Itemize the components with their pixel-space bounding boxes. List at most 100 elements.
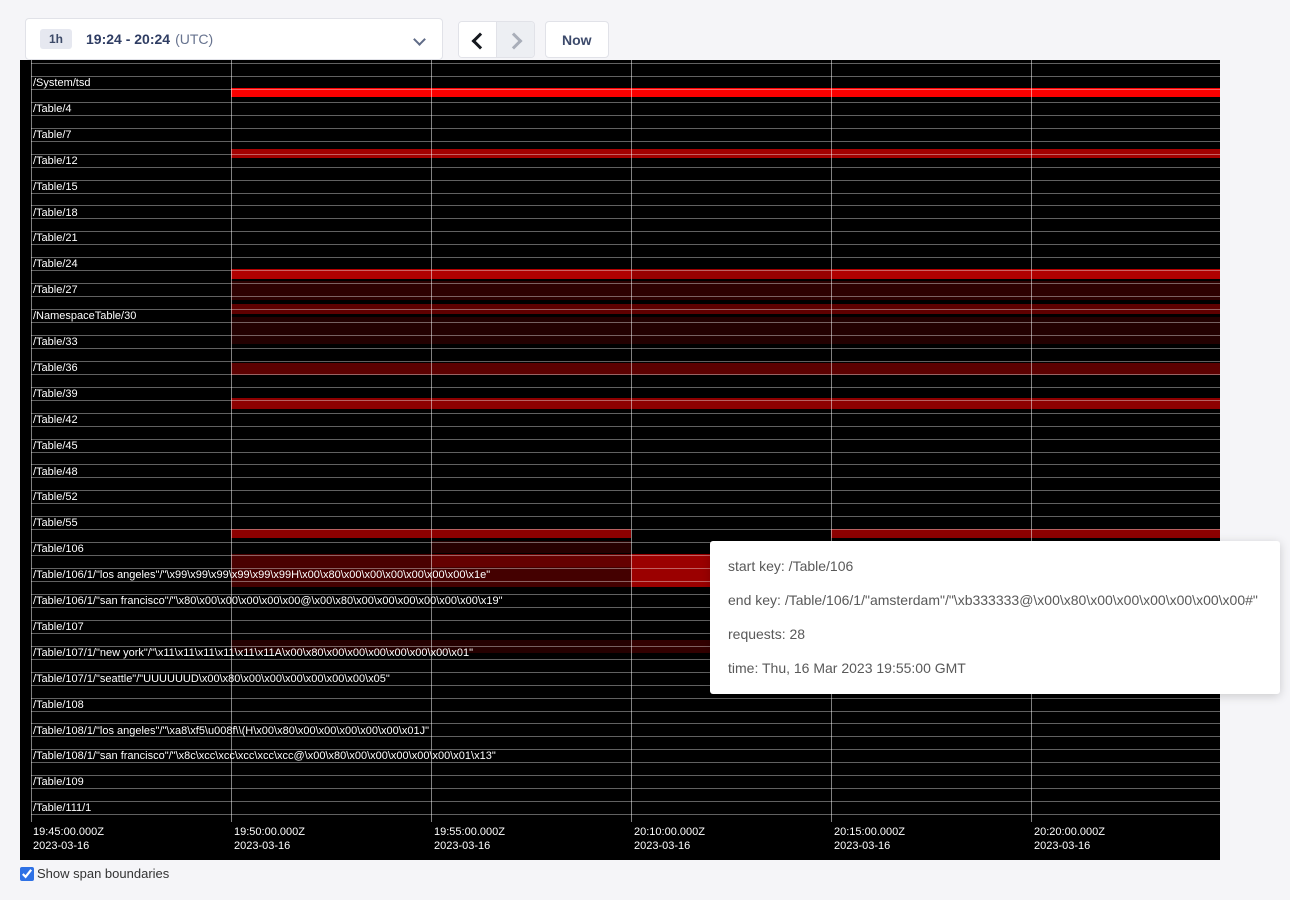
span-boundary-line xyxy=(31,102,1220,103)
span-boundary-line xyxy=(31,452,1220,453)
span-boundary-line xyxy=(31,63,1220,64)
span-boundary-line xyxy=(31,698,1220,699)
time-divider-line xyxy=(1031,60,1032,822)
axis-tick-label: 20:20:00.000Z2023-03-16 xyxy=(1034,825,1105,853)
axis-tick-label: 20:10:00.000Z2023-03-16 xyxy=(634,825,705,853)
row-key-label: /Table/108/1/"los angeles"/"\xa8\xf5\u00… xyxy=(33,725,429,737)
span-boundary-line xyxy=(31,89,1220,90)
span-boundary-line xyxy=(31,218,1220,219)
duration-badge: 1h xyxy=(40,29,72,49)
chevron-down-icon xyxy=(413,33,426,46)
time-divider-line xyxy=(831,60,832,822)
heat-band-segment xyxy=(831,529,1220,538)
span-boundary-line xyxy=(31,400,1220,401)
row-key-label: /Table/45 xyxy=(33,440,78,452)
span-boundary-line xyxy=(31,413,1220,414)
span-boundary-line xyxy=(31,244,1220,245)
row-key-label: /Table/52 xyxy=(33,491,78,503)
show-span-boundaries-row: Show span boundaries xyxy=(20,866,169,881)
span-boundary-line xyxy=(31,141,1220,142)
row-key-label: /Table/7 xyxy=(33,129,72,141)
row-key-label: /System/tsd xyxy=(33,77,90,89)
span-boundary-line xyxy=(31,309,1220,310)
row-key-label: /Table/21 xyxy=(33,232,78,244)
row-key-label: /Table/24 xyxy=(33,258,78,270)
row-key-label: /Table/18 xyxy=(33,207,78,219)
row-key-label: /Table/108/1/"san francisco"/"\x8c\xcc\x… xyxy=(33,750,496,762)
time-divider-line xyxy=(431,60,432,822)
span-boundary-line xyxy=(31,283,1220,284)
span-boundary-line xyxy=(31,711,1220,712)
span-boundary-line xyxy=(31,775,1220,776)
row-key-label: /Table/48 xyxy=(33,466,78,478)
span-boundary-line xyxy=(31,503,1220,504)
tooltip-end-key: end key: /Table/106/1/"amsterdam"/"\xb33… xyxy=(728,583,1280,617)
span-boundary-line xyxy=(31,529,1220,530)
row-key-label: /Table/15 xyxy=(33,181,78,193)
span-boundary-line xyxy=(31,270,1220,271)
span-boundary-line xyxy=(31,296,1220,297)
span-boundary-line xyxy=(31,788,1220,789)
axis-tick-label: 20:15:00.000Z2023-03-16 xyxy=(834,825,905,853)
span-boundary-line xyxy=(31,180,1220,181)
now-button[interactable]: Now xyxy=(545,21,609,58)
prev-time-button[interactable] xyxy=(459,22,496,57)
span-boundary-line xyxy=(31,762,1220,763)
chevron-right-icon xyxy=(506,33,523,50)
time-range-dropdown[interactable]: 1h 19:24 - 20:24 (UTC) xyxy=(25,18,443,60)
span-boundary-line xyxy=(31,387,1220,388)
span-boundary-line xyxy=(31,335,1220,336)
row-key-label: /Table/111/1 xyxy=(33,802,91,814)
time-divider-line xyxy=(631,60,632,822)
timezone-text: (UTC) xyxy=(175,31,213,47)
toolbar: 1h 19:24 - 20:24 (UTC) Now xyxy=(0,0,1290,60)
tooltip-start-key: start key: /Table/106 xyxy=(728,549,1280,583)
span-tooltip: start key: /Table/106 end key: /Table/10… xyxy=(710,541,1280,694)
span-boundary-line xyxy=(31,736,1220,737)
tooltip-requests: requests: 28 xyxy=(728,617,1280,651)
tooltip-time: time: Thu, 16 Mar 2023 19:55:00 GMT xyxy=(728,651,1280,685)
span-boundary-line xyxy=(31,76,1220,77)
row-key-label: /Table/107/1/"seattle"/"UUUUUUD\x00\x80\… xyxy=(33,673,390,685)
row-key-label: /Table/107 xyxy=(33,621,84,633)
span-boundary-line xyxy=(31,374,1220,375)
span-boundary-line xyxy=(31,193,1220,194)
span-boundary-line xyxy=(31,322,1220,323)
span-boundary-line xyxy=(31,231,1220,232)
row-key-label: /Table/39 xyxy=(33,388,78,400)
row-key-label: /Table/107/1/"new york"/"\x11\x11\x11\x1… xyxy=(33,647,473,659)
show-span-boundaries-checkbox[interactable] xyxy=(20,867,34,881)
row-key-label: /Table/33 xyxy=(33,336,78,348)
span-boundary-line xyxy=(31,205,1220,206)
show-span-boundaries-label: Show span boundaries xyxy=(37,866,169,881)
span-boundary-line xyxy=(31,439,1220,440)
row-key-label: /Table/4 xyxy=(33,103,72,115)
row-key-label: /Table/109 xyxy=(33,776,84,788)
next-time-button[interactable] xyxy=(496,22,534,57)
span-boundary-line xyxy=(31,128,1220,129)
span-boundary-line xyxy=(31,426,1220,427)
span-boundary-line xyxy=(31,154,1220,155)
span-boundary-line xyxy=(31,490,1220,491)
row-key-label: /Table/106/1/"los angeles"/"\x99\x99\x99… xyxy=(33,569,490,581)
time-divider-line xyxy=(231,60,232,822)
span-boundary-line xyxy=(31,516,1220,517)
row-key-label: /Table/36 xyxy=(33,362,78,374)
row-key-label: /Table/12 xyxy=(33,155,78,167)
row-key-label: /NamespaceTable/30 xyxy=(33,310,136,322)
row-key-label: /Table/108 xyxy=(33,699,84,711)
span-boundary-line xyxy=(31,801,1220,802)
row-key-label: /Table/27 xyxy=(33,284,78,296)
chevron-left-icon xyxy=(472,33,489,50)
span-boundary-line xyxy=(31,477,1220,478)
key-visualizer-heatmap[interactable]: /System/tsd/Table/4/Table/7/Table/12/Tab… xyxy=(20,60,1220,860)
axis-tick-label: 19:45:00.000Z2023-03-16 xyxy=(33,825,104,853)
row-key-label: /Table/42 xyxy=(33,414,78,426)
span-boundary-line xyxy=(31,257,1220,258)
span-boundary-line xyxy=(31,115,1220,116)
axis-tick-label: 19:50:00.000Z2023-03-16 xyxy=(234,825,305,853)
time-divider-line xyxy=(31,60,32,822)
key-visualizer-page: { "toolbar": { "duration_badge": "1h", "… xyxy=(0,0,1290,900)
time-range-text: 19:24 - 20:24 xyxy=(86,31,170,47)
span-boundary-line xyxy=(31,814,1220,815)
